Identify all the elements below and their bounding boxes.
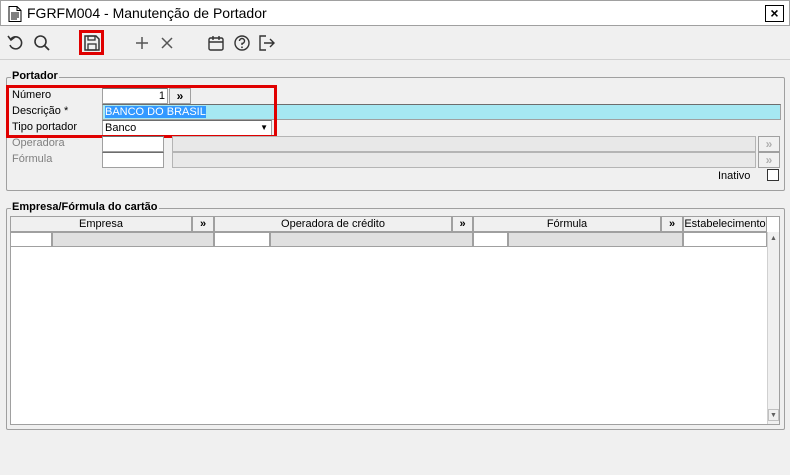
grid-cell-estabelecimento[interactable] [683, 232, 767, 247]
grid-cell-operadora-name [270, 232, 473, 247]
fields-highlight [6, 85, 277, 138]
undo-icon[interactable] [6, 33, 26, 53]
calendar-icon[interactable] [206, 33, 226, 53]
search-icon[interactable] [32, 33, 52, 53]
grid-cell-empresa-code[interactable] [10, 232, 52, 247]
grid-cell-formula-name [508, 232, 683, 247]
exit-icon[interactable] [257, 33, 277, 53]
grid-scrollbar[interactable]: ▲ ▼ [767, 232, 779, 424]
scroll-up-icon[interactable]: ▲ [768, 233, 779, 245]
operadora-name-input [172, 136, 756, 152]
column-operadora-credito[interactable]: Operadora de crédito [214, 216, 452, 232]
grid-cell-empresa-name [52, 232, 214, 247]
empresa-grid [10, 216, 780, 425]
formula-label: Fórmula [12, 153, 53, 165]
document-icon [8, 6, 22, 22]
grid-cell-operadora-code[interactable] [214, 232, 270, 247]
help-icon[interactable] [232, 33, 252, 53]
operadora-label: Operadora [12, 137, 65, 149]
inativo-label: Inativo [718, 170, 751, 182]
empresa-formula-legend: Empresa/Fórmula do cartão [11, 201, 159, 213]
window-title: FGRFM004 - Manutenção de Portador [27, 5, 267, 21]
column-estabelecimento[interactable]: Estabelecimento [683, 216, 767, 232]
save-icon[interactable] [82, 33, 102, 53]
inativo-checkbox[interactable] [767, 169, 779, 181]
add-icon[interactable] [132, 33, 152, 53]
title-bar: FGRFM004 - Manutenção de Portador × [0, 0, 790, 26]
formula-lookup-button[interactable]: » [758, 152, 780, 168]
toolbar [0, 26, 790, 60]
operadora-credito-lookup-button[interactable]: » [452, 216, 473, 232]
column-empresa[interactable]: Empresa [10, 216, 192, 232]
delete-icon[interactable] [157, 33, 177, 53]
close-button[interactable]: × [765, 5, 784, 22]
scroll-down-icon[interactable]: ▼ [768, 409, 779, 421]
operadora-code-input[interactable] [102, 136, 164, 152]
grid-cell-formula-code[interactable] [473, 232, 508, 247]
empresa-lookup-button[interactable]: » [192, 216, 214, 232]
formula-code-input[interactable] [102, 152, 164, 168]
portador-legend: Portador [11, 70, 59, 82]
formula-grid-lookup-button[interactable]: » [661, 216, 683, 232]
operadora-lookup-button[interactable]: » [758, 136, 780, 152]
column-formula[interactable]: Fórmula [473, 216, 661, 232]
formula-name-input [172, 152, 756, 168]
